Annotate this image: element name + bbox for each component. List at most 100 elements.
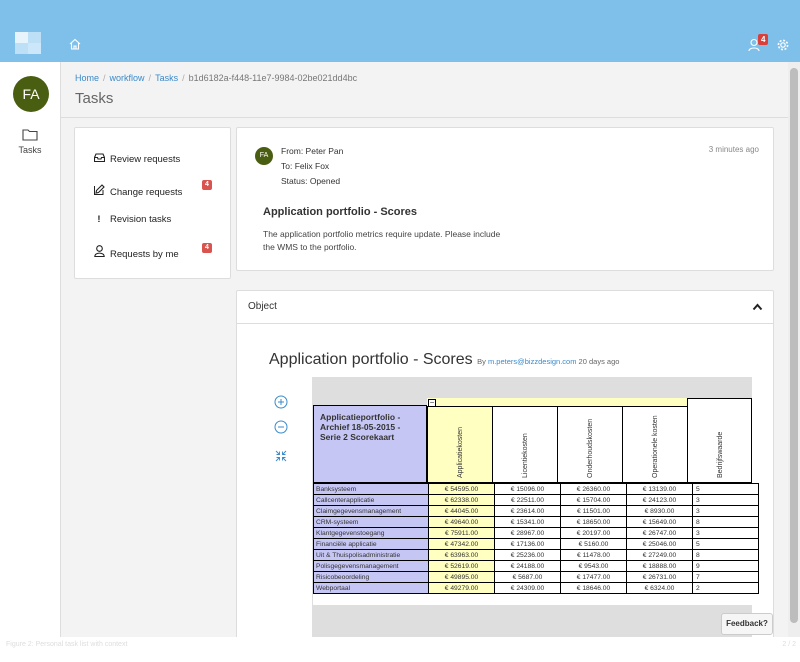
table-cell-app: € 54595.00 — [428, 483, 495, 495]
message-body: The application portfolio metrics requir… — [263, 229, 501, 252]
column-header: Licentiekosten — [492, 406, 558, 483]
scorecard-title: Applicatieportfolio - Archief 18-05-2015… — [313, 405, 427, 483]
footer-caption: Figure 2: Personal task list with contex… — [6, 641, 128, 648]
chevron-up-icon[interactable] — [752, 303, 763, 311]
table-cell-ope: € 15649.00 — [626, 516, 693, 528]
column-header-label: Operationele kosten — [652, 415, 659, 478]
table-cell-bw: 2 — [692, 582, 759, 594]
zoom-out-icon[interactable] — [274, 420, 288, 434]
scrollbar-thumb[interactable] — [790, 68, 798, 623]
menu-item-label: Review requests — [110, 154, 181, 165]
table-cell-app: € 47342.00 — [428, 538, 495, 550]
exclamation-icon: ! — [97, 214, 101, 225]
table-cell-name: Banksysteem — [313, 483, 429, 495]
column-header: Onderhoudskosten — [557, 406, 623, 483]
breadcrumb-workflow[interactable]: workflow — [110, 73, 145, 83]
table-cell-bw: 3 — [692, 527, 759, 539]
table-cell-bw: 8 — [692, 516, 759, 528]
menu-item-requests-by-me[interactable]: Requests by me — [93, 245, 179, 260]
avatar[interactable]: FA — [13, 76, 49, 112]
breadcrumb-home[interactable]: Home — [75, 73, 99, 83]
scorecard-header-strip — [427, 398, 689, 406]
table-cell-lic: € 22511.00 — [494, 494, 561, 506]
table-cell-name: Callcenterapplicatie — [313, 494, 429, 506]
author-email-link[interactable]: m.peters@bizzdesign.com — [488, 357, 576, 366]
table-cell-ond: € 15704.00 — [560, 494, 627, 506]
table-cell-app: € 49279.00 — [428, 582, 495, 594]
table-row: CRM-systeem € 49640.00 € 15341.00 € 18650.0… — [313, 516, 759, 528]
feedback-button[interactable]: Feedback? — [721, 613, 773, 635]
inbox-icon — [93, 153, 105, 165]
gear-icon[interactable] — [776, 38, 790, 52]
table-cell-bw: 7 — [692, 571, 759, 583]
table-cell-ond: € 26360.00 — [560, 483, 627, 495]
table-cell-ond: € 18646.00 — [560, 582, 627, 594]
menu-item-label: Change requests — [110, 187, 183, 198]
table-cell-ond: € 9543.00 — [560, 560, 627, 572]
zoom-in-icon[interactable] — [274, 395, 288, 409]
table-cell-ond: € 11501.00 — [560, 505, 627, 517]
table-cell-ond: € 11478.00 — [560, 549, 627, 561]
table-row: Webportaal € 49279.00 € 24309.00 € 18646.00… — [313, 582, 759, 594]
table-cell-ope: € 25046.00 — [626, 538, 693, 550]
table-cell-ope: € 27249.00 — [626, 549, 693, 561]
footer-page: 2 / 2 — [782, 641, 796, 648]
scorecard-table: Banksysteem € 54595.00 € 15096.00 € 26360.0… — [313, 483, 759, 594]
table-cell-lic: € 28967.00 — [494, 527, 561, 539]
table-cell-lic: € 17136.00 — [494, 538, 561, 550]
edit-icon — [93, 184, 105, 198]
menu-item-label: Requests by me — [110, 249, 179, 260]
home-icon[interactable] — [68, 37, 82, 51]
table-cell-ope: € 26747.00 — [626, 527, 693, 539]
table-cell-ope: € 26731.00 — [626, 571, 693, 583]
fit-to-screen-icon[interactable] — [274, 449, 288, 463]
diagram-title: Application portfolio - Scores By m.pete… — [269, 351, 619, 369]
table-cell-lic: € 24188.00 — [494, 560, 561, 572]
table-row: Polisgegevensmanagement € 52619.00 € 24188… — [313, 560, 759, 572]
menu-item-label: Revision tasks — [110, 214, 172, 225]
by-label: By — [477, 357, 486, 366]
folder-icon[interactable] — [22, 128, 38, 141]
table-row: Risicobeoordeling € 49895.00 € 5687.00 € 17… — [313, 571, 759, 583]
sidebar: FA Tasks — [0, 62, 61, 637]
table-cell-name: Uit & Thuispolisadministratie — [313, 549, 429, 561]
table-cell-name: Risicobeoordeling — [313, 571, 429, 583]
menu-item-review-requests[interactable]: Review requests — [93, 153, 180, 165]
table-cell-app: € 49895.00 — [428, 571, 495, 583]
table-cell-ond: € 17477.00 — [560, 571, 627, 583]
menu-item-revision-tasks[interactable]: ! Revision tasks — [93, 214, 171, 225]
table-cell-bw: 3 — [692, 494, 759, 506]
table-cell-name: Polisgegevensmanagement — [313, 560, 429, 572]
diagram-meta: By m.peters@bizzdesign.com 20 days ago — [477, 357, 619, 366]
table-row: Financiële applicatie € 47342.00 € 17136.0… — [313, 538, 759, 550]
top-bar: 4 — [0, 0, 800, 62]
message-subject: Application portfolio - Scores — [263, 206, 418, 218]
table-cell-lic: € 24309.00 — [494, 582, 561, 594]
breadcrumb-tasks[interactable]: Tasks — [155, 73, 178, 83]
table-cell-ope: € 18888.00 — [626, 560, 693, 572]
main-content: Home / workflow / Tasks / b1d6182a-f448-11e7-9… — [61, 62, 788, 637]
column-header: Bedrijfswaarde — [687, 398, 752, 483]
message-from: From: Peter Pan — [281, 146, 344, 156]
message-to: To: Felix Fox — [281, 161, 330, 171]
object-panel-header[interactable]: Object — [237, 291, 773, 324]
table-cell-ond: € 20197.00 — [560, 527, 627, 539]
column-header-label: Applicatiekosten — [457, 427, 464, 478]
table-row: Claimgegevensmanagement € 44045.00 € 23614… — [313, 505, 759, 517]
sidebar-item-tasks[interactable]: Tasks — [0, 145, 60, 155]
table-cell-app: € 52619.00 — [428, 560, 495, 572]
footer: Figure 2: Personal task list with contex… — [0, 637, 800, 662]
breadcrumb-current: b1d6182a-f448-11e7-9984-02be021dd4bc — [188, 73, 358, 83]
column-header-label: Licentiekosten — [522, 433, 529, 478]
object-label: Object — [248, 301, 277, 312]
table-cell-lic: € 15096.00 — [494, 483, 561, 495]
table-cell-name: Webportaal — [313, 582, 429, 594]
table-cell-ond: € 5160.00 — [560, 538, 627, 550]
menu-item-change-requests[interactable]: Change requests — [93, 184, 182, 198]
table-cell-name: Klantgegevenstoegang — [313, 527, 429, 539]
app-logo[interactable] — [15, 32, 41, 54]
change-requests-badge: 4 — [202, 180, 212, 190]
page-title: Tasks — [75, 90, 114, 107]
diagram-title-text: Application portfolio - Scores — [269, 351, 473, 368]
object-panel: Object Application portfolio - Scores By… — [236, 290, 774, 637]
